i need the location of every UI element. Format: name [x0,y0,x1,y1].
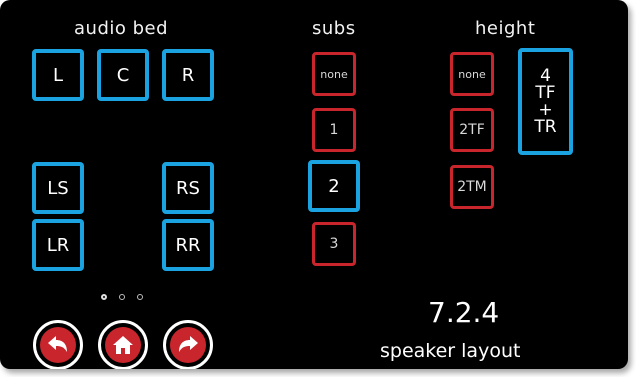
height-4-line3: + [538,99,553,120]
forward-button[interactable] [163,320,213,369]
audio-bed-heading: audio bed [74,18,169,39]
height-2tm-button[interactable]: 2TM [450,165,494,209]
speaker-left-button[interactable]: L [32,49,84,101]
height-heading: height [475,18,536,39]
subs-1-button[interactable]: 1 [312,108,356,152]
height-4-line2: TF [535,82,556,103]
speaker-right-surround-button[interactable]: RS [162,162,214,214]
home-icon [105,327,141,363]
back-arrow-icon [40,327,76,363]
page-dot-2[interactable] [119,294,125,300]
home-button[interactable] [98,320,148,369]
layout-value: 7.2.4 [428,296,500,329]
subs-none-button[interactable]: none [312,52,356,96]
speaker-left-surround-button[interactable]: LS [32,162,84,214]
speaker-left-rear-button[interactable]: LR [32,219,84,271]
speaker-right-button[interactable]: R [162,49,214,101]
layout-label: speaker layout [380,340,521,362]
height-none-button[interactable]: none [450,52,494,96]
subs-3-button[interactable]: 3 [312,222,356,266]
height-4tf-tr-button[interactable]: 4 TF + TR [518,48,573,155]
height-4-line1: 4 [540,65,551,86]
screen: audio bed subs height L C R LS RS LR RR … [0,0,628,369]
subs-heading: subs [312,18,356,39]
subs-2-button[interactable]: 2 [308,160,360,212]
height-4-line4: TR [534,116,557,137]
speaker-right-rear-button[interactable]: RR [162,219,214,271]
forward-arrow-icon [170,327,206,363]
page-dot-1[interactable] [101,294,107,300]
height-2tf-button[interactable]: 2TF [450,108,494,152]
speaker-center-button[interactable]: C [97,49,149,101]
back-button[interactable] [33,320,83,369]
page-dot-3[interactable] [137,294,143,300]
